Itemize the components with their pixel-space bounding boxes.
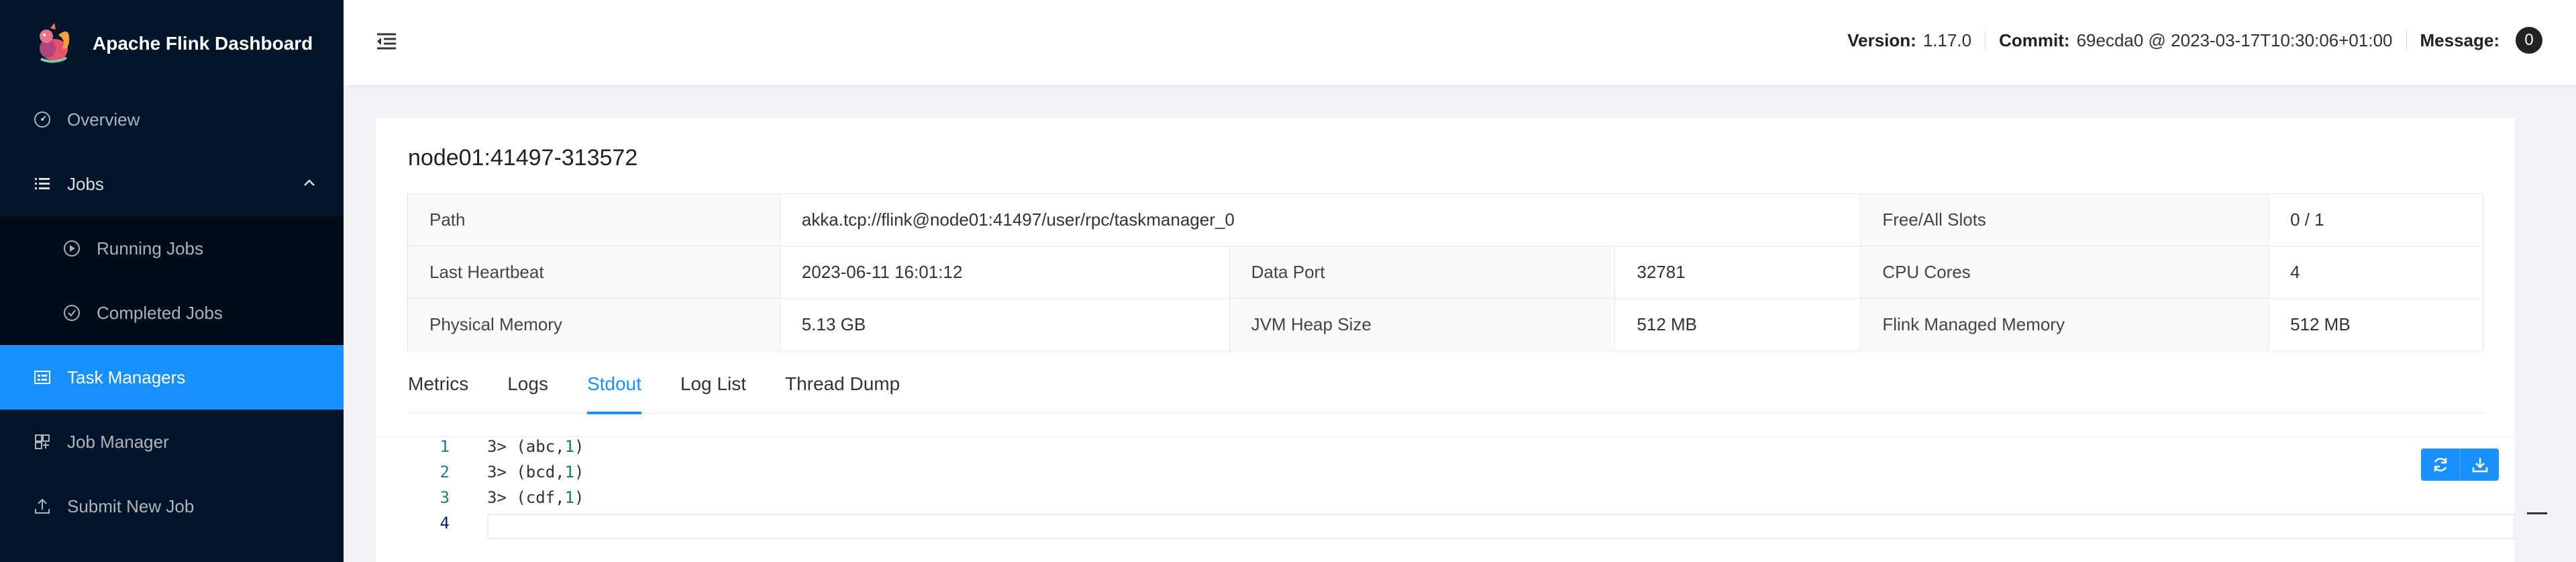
brand[interactable]: Apache Flink Dashboard <box>0 0 344 87</box>
version-label: Version: <box>1847 30 1916 50</box>
tab-thread-dump[interactable]: Thread Dump <box>785 360 900 414</box>
line-text: 3> (cdf,1) <box>487 488 584 507</box>
path-value: akka.tcp://flink@node01:41497/user/rpc/t… <box>779 193 1861 246</box>
physical-memory-value: 5.13 GB <box>779 298 1230 351</box>
sidebar-item-job-manager[interactable]: Job Manager <box>0 410 344 474</box>
version-value: 1.17.0 <box>1922 30 1972 50</box>
code-line: 2 3> (bcd,1) <box>376 463 2515 488</box>
sidebar-item-task-managers[interactable]: Task Managers <box>0 345 344 410</box>
app-title: Apache Flink Dashboard <box>93 33 313 54</box>
sidebar-item-jobs[interactable]: Jobs <box>0 152 344 216</box>
reload-icon <box>2434 457 2447 472</box>
sidebar: Apache Flink Dashboard Overview Jobs Run… <box>0 0 344 562</box>
physical-memory-label: Physical Memory <box>407 298 780 351</box>
header-info: Version: 1.17.0 Commit: 69ecda0 @ 2023-0… <box>1847 27 2542 54</box>
message-info[interactable]: Message: 0 <box>2420 27 2542 54</box>
sidebar-item-label: Jobs <box>67 173 104 194</box>
download-icon <box>2472 458 2487 473</box>
upload-icon <box>32 496 52 516</box>
top-header: Version: 1.17.0 Commit: 69ecda0 @ 2023-0… <box>344 0 2576 85</box>
line-number: 4 <box>440 514 450 532</box>
line-suffix: ) <box>574 488 584 507</box>
sidebar-item-label: Task Managers <box>67 367 186 387</box>
line-prefix: 3> (cdf, <box>487 488 565 507</box>
managed-memory-value: 512 MB <box>2268 298 2483 351</box>
heartbeat-value: 2023-06-11 16:01:12 <box>779 246 1230 299</box>
sidebar-item-label: Running Jobs <box>97 238 203 259</box>
line-text: 3> (abc,1) <box>487 437 584 456</box>
commit-info: Commit: 69ecda0 @ 2023-03-17T10:30:06+01… <box>1999 30 2392 51</box>
divider <box>1985 31 1986 50</box>
slots-value: 0 / 1 <box>2268 193 2483 246</box>
cpu-label: CPU Cores <box>1860 246 2269 299</box>
cpu-value: 4 <box>2268 246 2483 299</box>
line-value: 1 <box>564 437 575 456</box>
play-circle-icon <box>62 238 82 259</box>
editor-toolbar <box>2421 449 2499 481</box>
sidebar-item-label: Submit New Job <box>67 496 195 516</box>
code-line: 1 3> (abc,1) <box>376 437 2515 463</box>
task-manager-descriptions: Path akka.tcp://flink@node01:41497/user/… <box>407 193 2483 351</box>
commit-label: Commit: <box>1999 30 2070 50</box>
line-text: 3> (bcd,1) <box>487 463 584 481</box>
jvm-heap-label: JVM Heap Size <box>1229 298 1616 351</box>
line-number: 1 <box>440 437 450 456</box>
version-info: Version: 1.17.0 <box>1847 30 1971 51</box>
tab-logs[interactable]: Logs <box>507 360 548 414</box>
sidebar-item-overview[interactable]: Overview <box>0 87 344 152</box>
table-row: Path akka.tcp://flink@node01:41497/user/… <box>407 193 2483 246</box>
page-title: node01:41497-313572 <box>408 145 638 171</box>
line-suffix: ) <box>574 463 584 481</box>
sidebar-item-label: Job Manager <box>67 431 169 452</box>
data-port-value: 32781 <box>1614 246 1861 299</box>
message-count-badge[interactable]: 0 <box>2516 27 2542 54</box>
slots-label: Free/All Slots <box>1860 193 2269 246</box>
refresh-button[interactable] <box>2421 449 2460 481</box>
stdout-editor[interactable]: 1 3> (abc,1) 2 3> (bcd,1) 3 3> (cdf,1) 4 <box>376 436 2515 562</box>
line-value: 1 <box>564 488 575 507</box>
tab-metrics[interactable]: Metrics <box>408 360 468 414</box>
managed-memory-label: Flink Managed Memory <box>1860 298 2269 351</box>
heartbeat-label: Last Heartbeat <box>407 246 780 299</box>
sidebar-item-label: Completed Jobs <box>97 302 223 323</box>
menu-fold-icon[interactable] <box>374 30 401 56</box>
sidebar-item-completed-jobs[interactable]: Completed Jobs <box>0 281 344 345</box>
message-label: Message: <box>2420 30 2500 50</box>
commit-value: 69ecda0 @ 2023-03-17T10:30:06+01:00 <box>2076 30 2393 50</box>
code-line: 3 3> (cdf,1) <box>376 488 2515 514</box>
line-value: 1 <box>564 463 575 481</box>
table-row: Physical Memory 5.13 GB JVM Heap Size 51… <box>407 298 2483 351</box>
line-number: 2 <box>440 463 450 481</box>
sidebar-item-running-jobs[interactable]: Running Jobs <box>0 216 344 281</box>
tab-bar: Metrics Logs Stdout Log List Thread Dump <box>408 360 2484 414</box>
build-icon <box>32 432 52 452</box>
path-label: Path <box>407 193 780 246</box>
tab-log-list[interactable]: Log List <box>680 360 746 414</box>
check-circle-icon <box>62 303 82 323</box>
divider <box>2406 31 2407 50</box>
schedule-icon <box>32 367 52 387</box>
line-number: 3 <box>440 488 450 507</box>
tab-stdout[interactable]: Stdout <box>586 360 641 414</box>
list-icon <box>32 174 52 194</box>
jvm-heap-value: 512 MB <box>1614 298 1861 351</box>
data-port-label: Data Port <box>1229 246 1616 299</box>
download-button[interactable] <box>2460 449 2499 481</box>
table-row: Last Heartbeat 2023-06-11 16:01:12 Data … <box>407 246 2483 299</box>
sidebar-item-label: Overview <box>67 109 140 130</box>
overview-ruler-mark <box>2527 512 2547 514</box>
line-prefix: 3> (bcd, <box>487 463 565 481</box>
side-menu: Overview Jobs Running Jobs Completed Job… <box>0 87 344 538</box>
dashboard-icon <box>32 109 52 130</box>
flink-logo-icon <box>30 19 78 68</box>
sidebar-item-submit-new-job[interactable]: Submit New Job <box>0 474 344 538</box>
line-prefix: 3> (abc, <box>487 437 565 456</box>
code-line: 4 <box>376 514 2515 539</box>
chevron-up-icon[interactable] <box>302 175 317 195</box>
task-manager-card: node01:41497-313572 Path akka.tcp://flin… <box>376 118 2515 562</box>
line-suffix: ) <box>574 437 584 456</box>
